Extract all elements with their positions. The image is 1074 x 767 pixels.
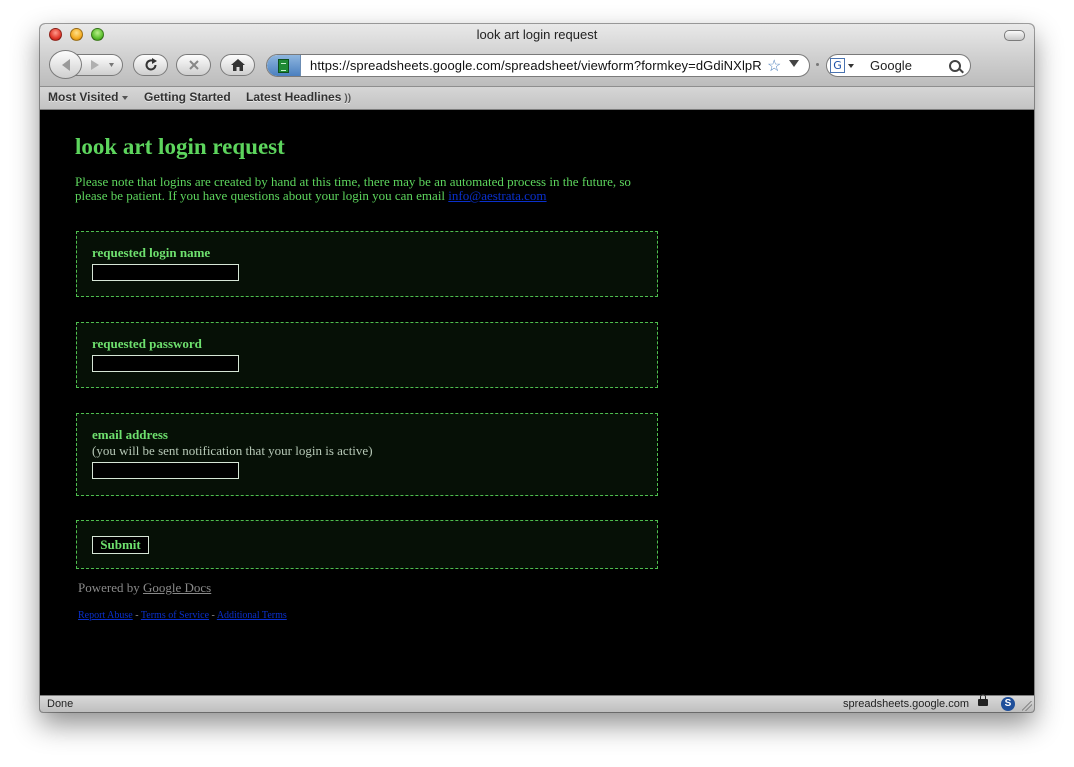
footer-separator: - [209, 610, 217, 621]
bookmarks-toolbar: Most Visited Getting Started Latest Head… [40, 87, 1034, 110]
question-label: email address [92, 427, 168, 442]
home-button[interactable] [220, 54, 255, 76]
google-docs-link[interactable]: Google Docs [143, 580, 211, 595]
footer-links: Report Abuse - Terms of Service - Additi… [78, 610, 287, 621]
contact-email-link[interactable]: info@aestrata.com [448, 188, 546, 203]
reload-icon [145, 58, 157, 71]
browser-toolbar: look art login request https://spreadshe… [40, 24, 1034, 87]
site-identity-button[interactable] [267, 55, 301, 76]
page-content: look art login request Please note that … [40, 110, 1034, 695]
chevron-down-icon [122, 95, 129, 100]
search-input[interactable]: Google [870, 58, 912, 73]
additional-terms-link[interactable]: Additional Terms [217, 610, 287, 621]
submit-button[interactable]: Submit [92, 536, 149, 554]
forward-icon [91, 60, 114, 70]
report-abuse-link[interactable]: Report Abuse [78, 610, 133, 621]
question-email: email address (you will be sent notifica… [76, 413, 658, 496]
resize-grip-icon[interactable] [1022, 701, 1032, 711]
powered-by-text: Powered by [78, 580, 140, 595]
form-title: look art login request [75, 134, 285, 159]
reload-button[interactable] [133, 54, 168, 76]
question-help-text: (you will be sent notification that your… [92, 443, 373, 458]
stop-button[interactable] [176, 54, 211, 76]
search-engine-dropdown-icon[interactable] [848, 64, 854, 68]
login-name-input[interactable] [92, 264, 239, 281]
bookmark-star-icon[interactable]: ☆ [767, 56, 781, 76]
address-bar[interactable]: https://spreadsheets.google.com/spreadsh… [266, 54, 810, 77]
description-text: Please note that logins are created by h… [75, 174, 631, 203]
question-label: requested password [92, 336, 202, 351]
search-icon[interactable] [949, 60, 961, 72]
url-history-dropdown-icon[interactable] [789, 60, 799, 67]
terms-of-service-link[interactable]: Terms of Service [141, 610, 209, 621]
status-bar: Done spreadsheets.google.com S [40, 694, 1034, 712]
url-text[interactable]: https://spreadsheets.google.com/spreadsh… [310, 58, 762, 73]
search-bar[interactable]: G Google [826, 54, 971, 77]
bookmark-getting-started[interactable]: Getting Started [144, 90, 231, 104]
question-login-name: requested login name [76, 231, 658, 297]
addon-icon[interactable]: S [1001, 697, 1015, 711]
bookmark-label: Most Visited [48, 90, 119, 104]
back-button[interactable] [49, 50, 82, 79]
browser-window: look art login request https://spreadshe… [40, 24, 1034, 712]
form-description: Please note that logins are created by h… [75, 175, 635, 203]
home-icon [230, 59, 245, 71]
toolbar-toggle-button[interactable] [1004, 30, 1025, 41]
powered-by: Powered by Google Docs [78, 580, 211, 596]
lock-icon[interactable] [978, 694, 988, 706]
bookmark-most-visited[interactable]: Most Visited [48, 90, 129, 104]
search-engine-icon[interactable]: G [830, 58, 845, 73]
forward-button[interactable] [75, 54, 123, 76]
toolbar-separator [816, 63, 819, 66]
back-icon [61, 58, 70, 71]
window-title: look art login request [476, 27, 598, 42]
email-input[interactable] [92, 462, 239, 479]
password-input[interactable] [92, 355, 239, 372]
submit-section: Submit [76, 520, 658, 569]
stop-icon [188, 60, 199, 70]
rss-feed-icon: )) [344, 93, 352, 104]
status-text: Done [47, 698, 74, 710]
status-host: spreadsheets.google.com [843, 698, 969, 710]
history-navigation [49, 50, 123, 79]
spreadsheet-favicon-icon [278, 58, 289, 73]
bookmark-latest-headlines[interactable]: Latest Headlines)) [246, 90, 351, 104]
question-label: requested login name [92, 245, 211, 260]
footer-separator: - [132, 610, 141, 621]
bookmark-label: Latest Headlines [246, 90, 342, 104]
question-password: requested password [76, 322, 658, 388]
